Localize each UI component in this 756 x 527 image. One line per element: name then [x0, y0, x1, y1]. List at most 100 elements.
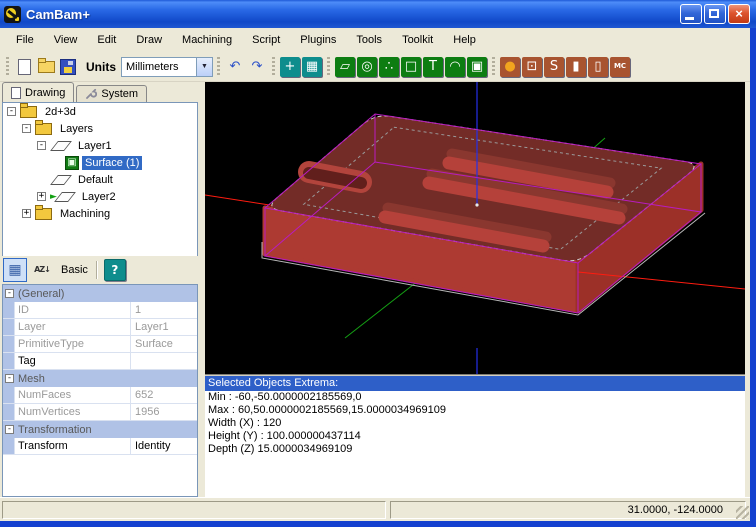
- menu-script[interactable]: Script: [242, 31, 290, 49]
- category-label: Mesh: [18, 373, 45, 385]
- 3d-viewport[interactable]: [205, 82, 745, 374]
- draw-surface-button-icon: ▣: [471, 60, 483, 73]
- tree-expander[interactable]: -: [7, 107, 16, 116]
- toolbar-grip[interactable]: [492, 57, 495, 77]
- property-row: LayerLayer1: [3, 319, 197, 336]
- units-combobox[interactable]: Millimeters ▼: [121, 57, 213, 77]
- tree-expander[interactable]: +: [22, 209, 31, 218]
- tree-item[interactable]: + Machining: [3, 205, 197, 222]
- alphabetical-sort-button[interactable]: AZ↓: [30, 258, 54, 282]
- menu-help[interactable]: Help: [443, 31, 486, 49]
- folder-icon: [35, 208, 52, 220]
- snap-points-button-icon: +: [285, 60, 296, 73]
- property-name: ID: [15, 302, 131, 318]
- drawing-tree: -2d+3d-Layers-Layer1▣Surface (1)Default+…: [2, 102, 198, 257]
- menu-toolkit[interactable]: Toolkit: [392, 31, 443, 49]
- menu-tools[interactable]: Tools: [346, 31, 392, 49]
- property-value[interactable]: Identity: [131, 438, 197, 454]
- menu-plugins[interactable]: Plugins: [290, 31, 346, 49]
- tree-item[interactable]: -2d+3d: [3, 103, 197, 120]
- menu-edit[interactable]: Edit: [87, 31, 126, 49]
- menu-draw[interactable]: Draw: [126, 31, 172, 49]
- toolbar-grip[interactable]: [327, 57, 330, 77]
- extrema-line: Height (Y) : 100.000000437114: [205, 430, 745, 443]
- combo-dropdown-arrow-icon[interactable]: ▼: [196, 58, 212, 76]
- tree-expander[interactable]: -: [22, 124, 31, 133]
- property-grid: -(General)ID1LayerLayer1PrimitiveTypeSur…: [2, 284, 198, 497]
- tree-label: Machining: [57, 207, 113, 221]
- category-label: Transformation: [18, 424, 92, 436]
- property-row: ID1: [3, 302, 197, 319]
- categorized-view-button[interactable]: ▦: [3, 258, 27, 282]
- resize-grip[interactable]: [736, 506, 749, 519]
- mop-profile-button[interactable]: ●: [500, 57, 520, 77]
- category-expander[interactable]: -: [5, 425, 14, 434]
- draw-points-button[interactable]: ∴: [379, 57, 399, 77]
- draw-polyline-button[interactable]: ▱: [335, 57, 355, 77]
- property-value[interactable]: Surface: [131, 336, 197, 352]
- tree-expander[interactable]: -: [37, 141, 46, 150]
- minimize-button[interactable]: [680, 4, 702, 24]
- view-mode-label: Basic: [61, 264, 88, 276]
- property-name: Tag: [15, 353, 131, 369]
- close-button[interactable]: ×: [728, 4, 750, 24]
- open-file-button[interactable]: [36, 57, 56, 77]
- extrema-line: Min : -60,-50.0000002185569,0: [205, 391, 745, 404]
- draw-surface-button[interactable]: ▣: [467, 57, 487, 77]
- tab-system[interactable]: System: [76, 85, 147, 102]
- property-row: NumVertices1956: [3, 404, 197, 421]
- tree-item[interactable]: -Layer1: [3, 137, 197, 154]
- tree-item[interactable]: - Layers: [3, 120, 197, 137]
- layer-icon: [50, 175, 72, 185]
- property-category[interactable]: -Transformation: [3, 421, 197, 438]
- redo-button[interactable]: ↷: [247, 57, 267, 77]
- menu-bar: FileViewEditDrawMachiningScriptPluginsTo…: [0, 28, 756, 52]
- status-bar: 31.0000, -124.0000: [0, 497, 750, 521]
- toolbar-grip[interactable]: [272, 57, 275, 77]
- mop-pocket-button[interactable]: ⊡: [522, 57, 542, 77]
- tab-drawing[interactable]: Drawing: [2, 82, 74, 102]
- tree-item[interactable]: +►Layer2: [3, 188, 197, 205]
- save-file-button[interactable]: [58, 57, 78, 77]
- snap-grid-button[interactable]: ▦: [302, 57, 322, 77]
- tree-expander[interactable]: +: [37, 192, 46, 201]
- mop-engrave-button[interactable]: S: [544, 57, 564, 77]
- tree-item[interactable]: Default: [3, 171, 197, 188]
- property-value[interactable]: Layer1: [131, 319, 197, 335]
- menu-file[interactable]: File: [6, 31, 44, 49]
- viewport-canvas: [205, 82, 745, 374]
- help-button[interactable]: ?: [104, 259, 126, 281]
- toolbar-grip[interactable]: [6, 57, 9, 77]
- tree-label: Layers: [57, 122, 96, 136]
- property-value[interactable]: 652: [131, 387, 197, 403]
- draw-arc-button[interactable]: ◠: [445, 57, 465, 77]
- folder-icon: [38, 61, 55, 73]
- properties-toolbar: ▦ AZ↓ Basic ?: [0, 256, 200, 284]
- toolbar-grip[interactable]: [217, 57, 220, 77]
- draw-rectangle-button[interactable]: □: [401, 57, 421, 77]
- category-expander[interactable]: -: [5, 289, 14, 298]
- property-value[interactable]: [131, 353, 197, 369]
- mop-gcode-button[interactable]: MC: [610, 57, 630, 77]
- mop-drill-button[interactable]: ▮: [566, 57, 586, 77]
- maximize-button[interactable]: [704, 4, 726, 24]
- new-file-button[interactable]: [14, 57, 34, 77]
- tree-item[interactable]: ▣Surface (1): [3, 154, 197, 171]
- draw-text-button[interactable]: T: [423, 57, 443, 77]
- menu-view[interactable]: View: [44, 31, 88, 49]
- category-expander[interactable]: -: [5, 374, 14, 383]
- menu-machining[interactable]: Machining: [172, 31, 242, 49]
- property-name: Layer: [15, 319, 131, 335]
- mop-drill-button-icon: ▮: [572, 60, 579, 73]
- mop-engrave-button-icon: S: [550, 60, 558, 73]
- snap-points-button[interactable]: +: [280, 57, 300, 77]
- title-bar: CamBam+ ×: [0, 0, 756, 28]
- app-logo-icon[interactable]: [4, 6, 21, 23]
- undo-button[interactable]: ↶: [225, 57, 245, 77]
- property-value[interactable]: 1956: [131, 404, 197, 420]
- property-category[interactable]: -Mesh: [3, 370, 197, 387]
- property-category[interactable]: -(General): [3, 285, 197, 302]
- draw-circle-button[interactable]: ◎: [357, 57, 377, 77]
- mop-lathe-button[interactable]: ▯: [588, 57, 608, 77]
- property-value[interactable]: 1: [131, 302, 197, 318]
